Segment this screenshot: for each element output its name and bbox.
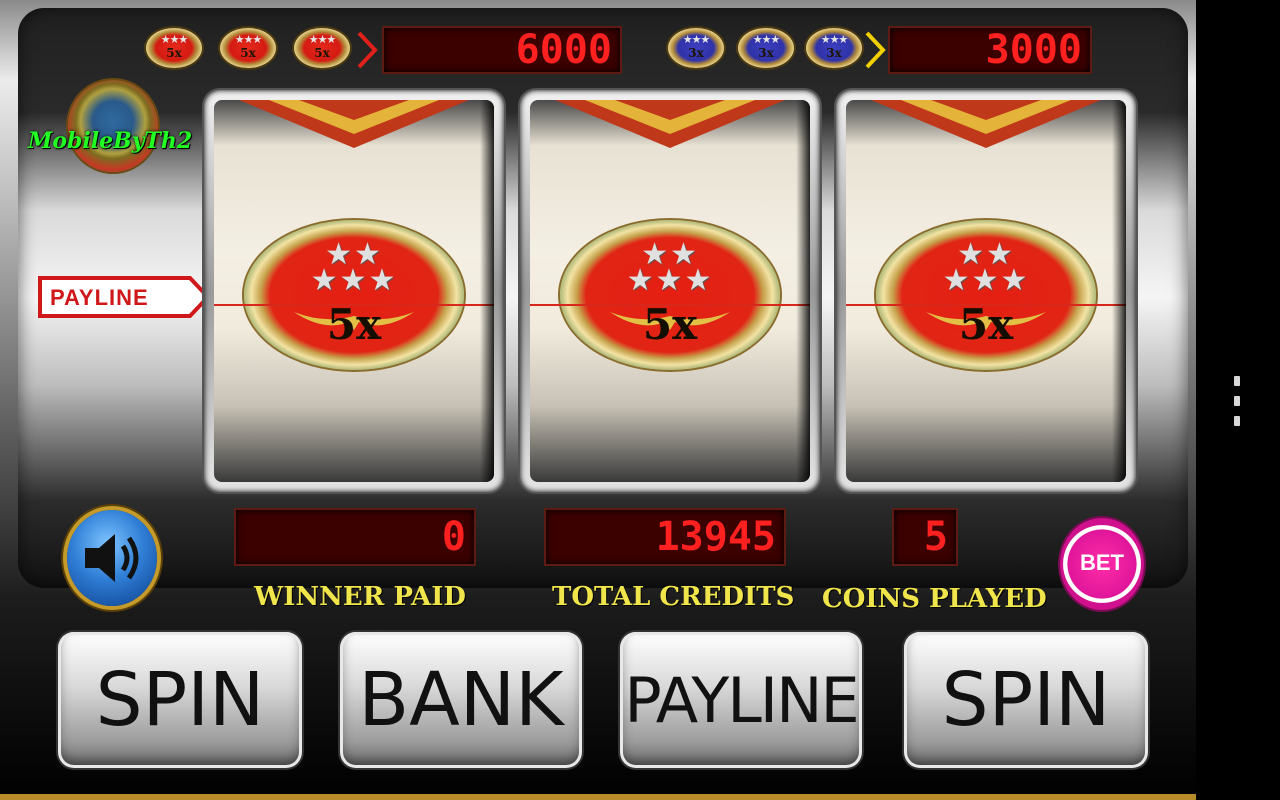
payline-tag bbox=[38, 276, 210, 318]
coin-multiplier: 3x bbox=[758, 46, 774, 60]
reel-window: ★★ ★★★ 5x bbox=[530, 100, 810, 482]
jackpot-coin-blue-2: ★★★ 3x bbox=[738, 28, 794, 68]
jackpot-coin-red-1: ★★★ 5x bbox=[146, 28, 202, 68]
total-credits-label: TOTAL CREDITS bbox=[552, 582, 795, 612]
payline-line bbox=[846, 304, 1126, 306]
jackpot-arrow-red-icon bbox=[357, 31, 378, 69]
bank-button[interactable]: BANK bbox=[340, 632, 582, 768]
reel-symbol-multiplier: 5x bbox=[326, 300, 382, 349]
jackpot-blue-display: 3000 bbox=[888, 26, 1092, 74]
reel-window: ★★ ★★★ 5x bbox=[214, 100, 494, 482]
coins-played-display: 5 bbox=[892, 508, 958, 566]
total-credits-display: 13945 bbox=[544, 508, 786, 566]
reel-symbol-multiplier: 5x bbox=[642, 300, 698, 349]
payline-button[interactable]: PAYLINE bbox=[620, 632, 862, 768]
jackpot-coin-red-2: ★★★ 5x bbox=[220, 28, 276, 68]
reel-chevron bbox=[555, 100, 785, 148]
game-logo-emblem bbox=[68, 80, 158, 172]
payline-line bbox=[530, 304, 810, 306]
coin-multiplier: 5x bbox=[166, 46, 182, 60]
jackpot-arrow-yellow-icon bbox=[865, 31, 886, 69]
bet-button[interactable]: BET bbox=[1060, 518, 1144, 610]
speaker-icon bbox=[85, 534, 139, 582]
reel-symbol-multiplier: 5x bbox=[958, 300, 1014, 349]
reel-symbol-medal: ★★ ★★★ 5x bbox=[560, 220, 780, 370]
reel-symbol-medal: ★★ ★★★ 5x bbox=[244, 220, 464, 370]
bottom-strip bbox=[0, 794, 1196, 800]
coins-played-label: COINS PLAYED bbox=[822, 584, 1047, 614]
reel-1: ★★ ★★★ 5x bbox=[204, 90, 504, 492]
reel-chevron bbox=[239, 100, 469, 148]
reel-symbol-medal: ★★ ★★★ 5x bbox=[876, 220, 1096, 370]
spin-button-right[interactable]: SPIN bbox=[904, 632, 1148, 768]
payline-line bbox=[214, 304, 494, 306]
jackpot-coin-blue-1: ★★★ 3x bbox=[668, 28, 724, 68]
winner-paid-display: 0 bbox=[234, 508, 476, 566]
reel-window: ★★ ★★★ 5x bbox=[846, 100, 1126, 482]
jackpot-coin-red-3: ★★★ 5x bbox=[294, 28, 350, 68]
winner-paid-label: WINNER PAID bbox=[254, 582, 466, 612]
coin-multiplier: 3x bbox=[826, 46, 842, 60]
sound-toggle-button[interactable] bbox=[67, 510, 157, 606]
reel-3: ★★ ★★★ 5x bbox=[836, 90, 1136, 492]
reel-chevron bbox=[871, 100, 1101, 148]
bet-button-label: BET bbox=[1080, 550, 1124, 575]
reel-2: ★★ ★★★ 5x bbox=[520, 90, 820, 492]
game-logo-text: MobileByTh2 bbox=[28, 128, 193, 154]
coin-multiplier: 3x bbox=[688, 46, 704, 60]
jackpot-coin-blue-3: ★★★ 3x bbox=[806, 28, 862, 68]
coin-multiplier: 5x bbox=[314, 46, 330, 60]
menu-overflow-icon[interactable] bbox=[1232, 376, 1242, 426]
coin-multiplier: 5x bbox=[240, 46, 256, 60]
jackpot-red-display: 6000 bbox=[382, 26, 622, 74]
spin-button-left[interactable]: SPIN bbox=[58, 632, 302, 768]
